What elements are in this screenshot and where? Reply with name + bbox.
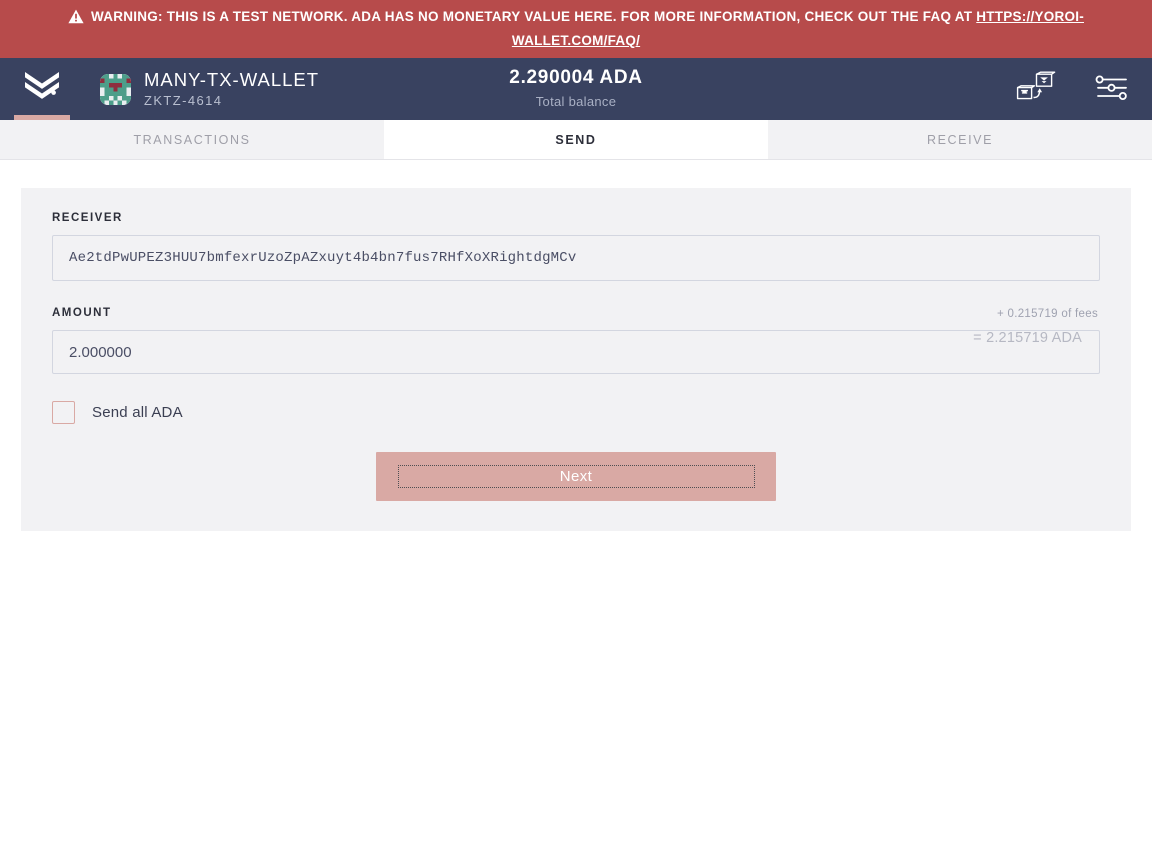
warning-triangle-icon: [68, 9, 84, 30]
amount-total: = 2.215719 ADA: [973, 330, 1082, 346]
header-actions: [1014, 58, 1134, 120]
tab-receive[interactable]: Receive: [768, 120, 1152, 159]
settings-sliders-icon: [1094, 73, 1130, 106]
receiver-input-wrap: [52, 224, 1100, 281]
app-header: MANY-TX-WALLET ZKTZ-4614 2.290004 ADA To…: [0, 58, 1152, 120]
page-body: Receiver Amount + 0.215719 of fees = 2.2…: [0, 160, 1152, 847]
wallet-identity[interactable]: MANY-TX-WALLET ZKTZ-4614: [100, 68, 320, 109]
wallet-plate-id: ZKTZ-4614: [144, 93, 223, 109]
send-all-label: Send all ADA: [92, 404, 183, 421]
next-button-row: Next: [52, 452, 1100, 501]
tab-transactions[interactable]: Transactions: [0, 120, 384, 159]
active-nav-accent-bar: [14, 115, 70, 120]
settings-button[interactable]: [1090, 67, 1134, 111]
amount-field-group: Amount + 0.215719 of fees = 2.215719 ADA: [52, 307, 1100, 374]
yoroi-logo-button[interactable]: [0, 58, 84, 120]
tab-send[interactable]: Send: [384, 120, 768, 159]
send-all-checkbox-row[interactable]: Send all ADA: [52, 401, 183, 424]
wallet-tab-bar: Transactions Send Receive: [0, 120, 1152, 160]
amount-input[interactable]: [52, 330, 1100, 374]
next-button-label: Next: [397, 465, 755, 488]
wallet-identicon-avatar: [100, 73, 131, 105]
switch-wallet-button[interactable]: [1014, 67, 1058, 111]
receiver-field-group: Receiver: [52, 212, 1100, 281]
yoroi-chevron-logo-icon: [23, 70, 61, 109]
send-form-panel: Receiver Amount + 0.215719 of fees = 2.2…: [21, 188, 1131, 531]
next-button[interactable]: Next: [376, 452, 776, 501]
receiver-input[interactable]: [52, 235, 1100, 281]
wallet-name: MANY-TX-WALLET: [144, 68, 320, 90]
switch-wallet-icon: [1016, 71, 1056, 108]
receiver-label: Receiver: [52, 212, 123, 224]
wallet-name-block: MANY-TX-WALLET ZKTZ-4614: [144, 68, 320, 109]
amount-label: Amount: [52, 307, 112, 319]
warning-text: WARNING: THIS IS A TEST NETWORK. ADA HAS…: [21, 6, 1131, 51]
test-network-warning-banner: WARNING: THIS IS A TEST NETWORK. ADA HAS…: [0, 0, 1152, 58]
warning-message: WARNING: THIS IS A TEST NETWORK. ADA HAS…: [91, 9, 977, 24]
send-all-checkbox[interactable]: [52, 401, 75, 424]
fee-note: + 0.215719 of fees: [997, 308, 1098, 320]
